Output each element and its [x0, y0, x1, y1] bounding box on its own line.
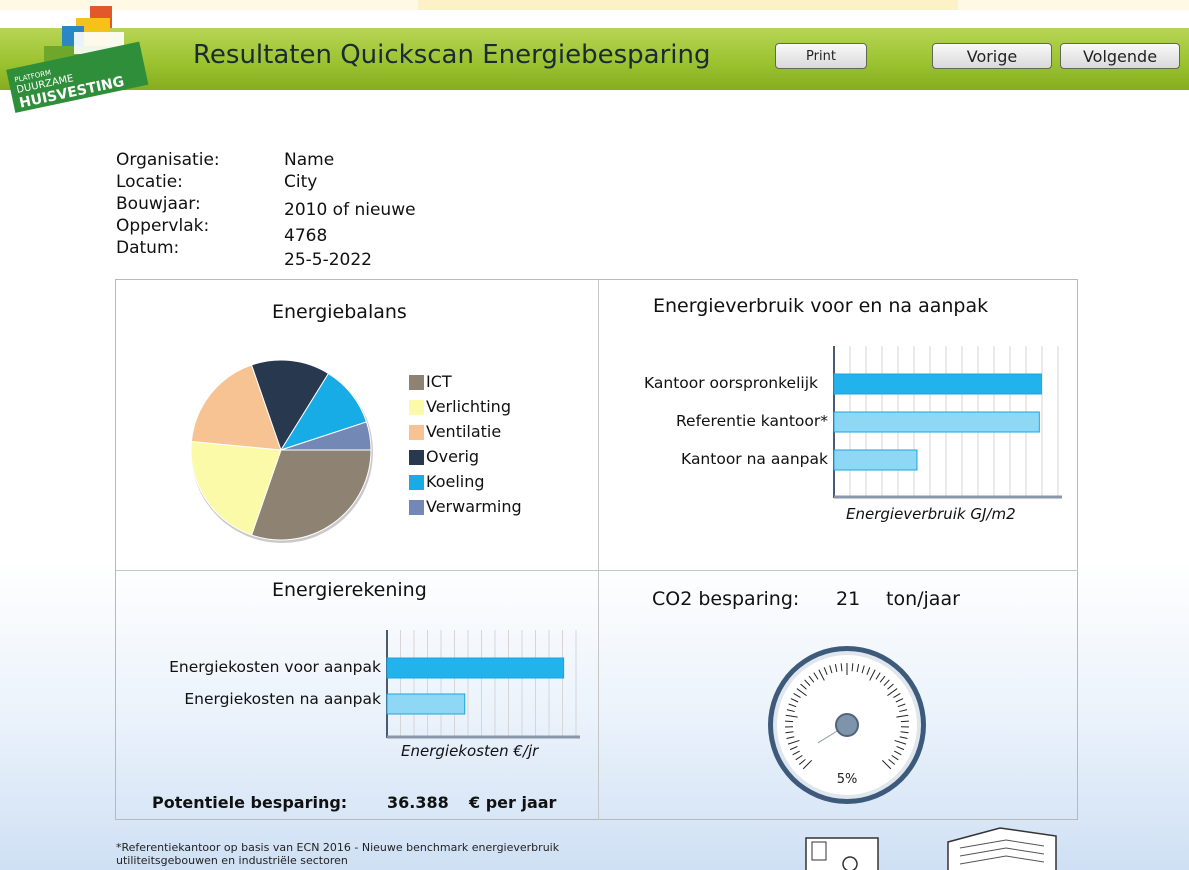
co2-label: CO2 besparing:	[652, 588, 800, 610]
grid-divider-vertical	[598, 280, 599, 820]
legend-swatch	[409, 400, 424, 415]
verbruik-category-label: Kantoor na aanpak	[681, 450, 828, 468]
bar	[833, 411, 1040, 433]
gauge-tick	[900, 720, 909, 723]
rekening-bar-chart	[386, 630, 580, 739]
potentiele-besparing-unit: € per jaar	[469, 793, 557, 812]
rekening-category-label: Energiekosten na aanpak	[184, 690, 381, 708]
value-organisatie: Name	[284, 150, 335, 170]
label-oppervlak: Oppervlak:	[116, 216, 210, 236]
label-locatie: Locatie:	[116, 172, 183, 192]
legend-swatch	[409, 425, 424, 440]
gauge-hub	[835, 713, 859, 737]
label-datum: Datum:	[116, 238, 180, 258]
rekening-axis-title: Energiekosten €/jr	[401, 742, 539, 760]
gauge-percent-label: 5%	[837, 772, 858, 787]
bar	[833, 449, 918, 471]
legend-label: Ventilatie	[426, 422, 502, 441]
energiebalans-title: Energiebalans	[272, 301, 407, 323]
co2-gauge: 5%	[768, 646, 926, 804]
gauge-tick	[785, 720, 794, 723]
value-oppervlak: 4768	[284, 226, 328, 246]
legend-swatch	[409, 500, 424, 515]
value-bouwjaar: 2010 of nieuwe	[284, 200, 416, 220]
office-sketch-illustration	[805, 827, 1057, 870]
label-bouwjaar: Bouwjaar:	[116, 194, 201, 214]
verbruik-title: Energieverbruik voor en na aanpak	[653, 295, 989, 317]
label-organisatie: Organisatie:	[116, 150, 220, 170]
potentiele-besparing-label: Potentiele besparing:	[152, 793, 348, 812]
potentiele-besparing-value: 36.388	[387, 793, 449, 812]
platform-logo: PLATFORM DUURZAME HUISVESTING	[6, 6, 149, 113]
legend-swatch	[409, 450, 424, 465]
page-title: Resultaten Quickscan Energiebesparing	[193, 40, 711, 70]
value-locatie: City	[284, 172, 318, 192]
value-datum: 25-5-2022	[284, 250, 372, 270]
footnote-line1: *Referentiekantoor op basis van ECN 2016…	[116, 841, 560, 854]
bar	[833, 373, 1042, 395]
co2-unit: ton/jaar	[886, 588, 960, 610]
top-strip	[0, 0, 1189, 10]
footnote: *Referentiekantoor op basis van ECN 2016…	[116, 841, 559, 867]
bar	[386, 657, 565, 679]
co2-value: 21	[836, 588, 861, 610]
top-strip-highlight	[418, 0, 958, 10]
sketch-device	[805, 837, 879, 870]
legend-label: Verlichting	[426, 397, 511, 416]
verbruik-category-label: Kantoor oorspronkelijk	[643, 374, 818, 392]
next-button[interactable]: Volgende	[1060, 43, 1180, 69]
verbruik-bar-chart	[833, 346, 1062, 499]
grid-divider-horizontal	[116, 570, 1078, 571]
legend-label: ICT	[426, 372, 452, 391]
legend-swatch	[409, 375, 424, 390]
bar	[386, 693, 466, 715]
print-button[interactable]: Print	[775, 43, 867, 69]
legend-label: Koeling	[426, 472, 485, 491]
legend-swatch	[409, 475, 424, 490]
rekening-category-label: Energiekosten voor aanpak	[169, 658, 381, 676]
previous-button[interactable]: Vorige	[932, 43, 1052, 69]
legend-label: Verwarming	[426, 497, 522, 516]
verbruik-axis-title: Energieverbruik GJ/m2	[846, 505, 1016, 523]
legend-label: Overig	[426, 447, 480, 466]
rekening-title: Energierekening	[272, 579, 427, 601]
footnote-line2: utiliteitsgebouwen en industriële sector…	[116, 854, 348, 867]
results-grid: Energiebalans ICT Verlichting Ventilatie…	[115, 279, 1078, 820]
energiebalans-pie-chart	[190, 359, 373, 543]
verbruik-category-label: Referentie kantoor*	[675, 412, 828, 430]
